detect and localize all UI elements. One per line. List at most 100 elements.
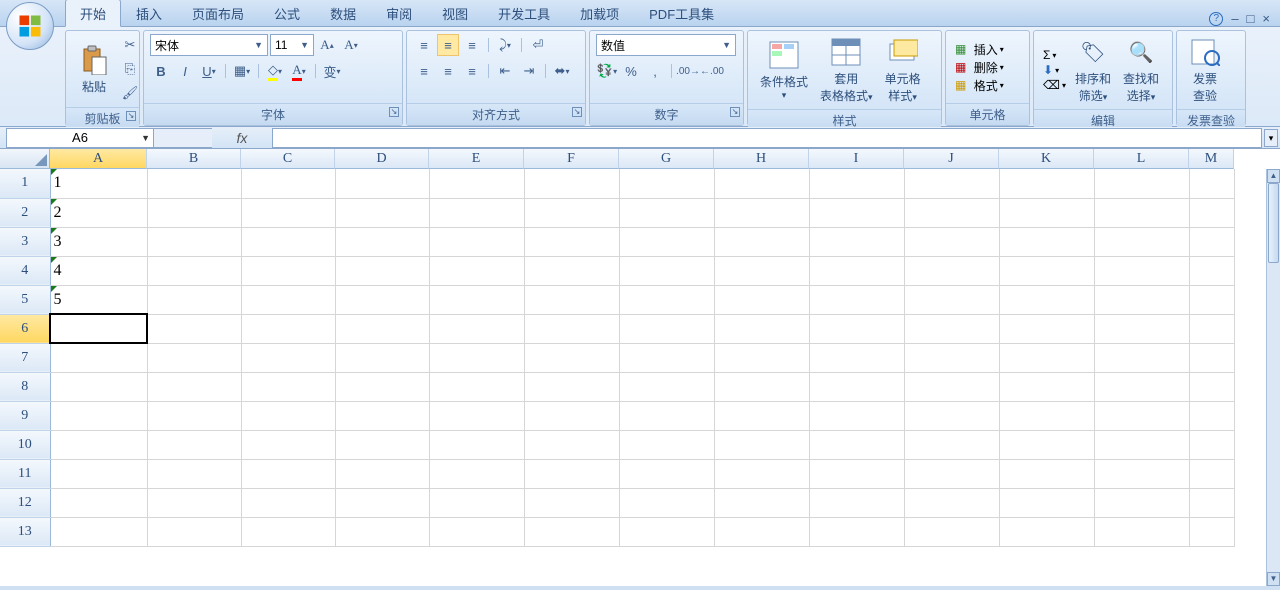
cell-F5[interactable] [524, 285, 619, 314]
align-center-button[interactable]: ≡ [437, 60, 459, 82]
cell-G2[interactable] [619, 198, 714, 227]
tab-insert[interactable]: 插入 [121, 0, 177, 26]
underline-button[interactable]: U▾ [198, 60, 220, 82]
row-header-6[interactable]: 6 [0, 314, 50, 343]
cell-D10[interactable] [335, 430, 429, 459]
cell-B5[interactable] [147, 285, 241, 314]
cell-H1[interactable] [714, 169, 809, 198]
fill-color-button[interactable]: ◇▾ [264, 60, 286, 82]
cell-D9[interactable] [335, 401, 429, 430]
cell-K13[interactable] [999, 517, 1094, 546]
cell-M4[interactable] [1189, 256, 1234, 285]
cell-L2[interactable] [1094, 198, 1189, 227]
cell-A9[interactable] [50, 401, 147, 430]
cell-A4[interactable]: 4 [50, 256, 147, 285]
name-box[interactable]: A6▼ [6, 128, 154, 148]
help-icon[interactable]: ? [1209, 12, 1223, 26]
cell-B8[interactable] [147, 372, 241, 401]
cell-L1[interactable] [1094, 169, 1189, 198]
cell-I6[interactable] [809, 314, 904, 343]
cell-E13[interactable] [429, 517, 524, 546]
cell-E11[interactable] [429, 459, 524, 488]
merge-center-button[interactable]: ⬌▾ [551, 60, 573, 82]
cell-A8[interactable] [50, 372, 147, 401]
cell-M3[interactable] [1189, 227, 1234, 256]
cell-K3[interactable] [999, 227, 1094, 256]
cell-F10[interactable] [524, 430, 619, 459]
cell-J8[interactable] [904, 372, 999, 401]
cell-A1[interactable]: 1 [50, 169, 147, 198]
cell-M5[interactable] [1189, 285, 1234, 314]
font-dialog-launcher[interactable]: ↘ [389, 107, 399, 117]
cell-E4[interactable] [429, 256, 524, 285]
phonetic-button[interactable]: 变▾ [321, 60, 343, 82]
cell-M9[interactable] [1189, 401, 1234, 430]
insert-cells-button[interactable]: ▦ 插入▾ [955, 41, 1004, 58]
cell-I7[interactable] [809, 343, 904, 372]
cell-I2[interactable] [809, 198, 904, 227]
cell-F9[interactable] [524, 401, 619, 430]
cell-G10[interactable] [619, 430, 714, 459]
cell-J10[interactable] [904, 430, 999, 459]
cell-M1[interactable] [1189, 169, 1234, 198]
tab-addins[interactable]: 加载项 [565, 0, 634, 26]
paste-button[interactable]: 粘贴 [72, 42, 116, 97]
decrease-indent-button[interactable]: ⇤ [494, 60, 516, 82]
cell-M8[interactable] [1189, 372, 1234, 401]
cell-G7[interactable] [619, 343, 714, 372]
cell-B4[interactable] [147, 256, 241, 285]
cell-G6[interactable] [619, 314, 714, 343]
decrease-decimal-button[interactable]: ←.00 [701, 60, 723, 82]
cell-E12[interactable] [429, 488, 524, 517]
cell-G1[interactable] [619, 169, 714, 198]
cell-B2[interactable] [147, 198, 241, 227]
cell-D7[interactable] [335, 343, 429, 372]
cell-M7[interactable] [1189, 343, 1234, 372]
cell-C5[interactable] [241, 285, 335, 314]
cell-I9[interactable] [809, 401, 904, 430]
cell-E10[interactable] [429, 430, 524, 459]
cell-M10[interactable] [1189, 430, 1234, 459]
column-header-D[interactable]: D [335, 149, 429, 169]
cell-A10[interactable] [50, 430, 147, 459]
cell-J12[interactable] [904, 488, 999, 517]
cell-G12[interactable] [619, 488, 714, 517]
cell-D6[interactable] [335, 314, 429, 343]
cell-G9[interactable] [619, 401, 714, 430]
sort-filter-button[interactable]: 🏷 排序和 筛选▾ [1069, 34, 1117, 106]
minimize-button[interactable]: – [1231, 11, 1238, 26]
cell-L7[interactable] [1094, 343, 1189, 372]
cell-J1[interactable] [904, 169, 999, 198]
clipboard-dialog-launcher[interactable]: ↘ [126, 111, 136, 121]
cell-A3[interactable]: 3 [50, 227, 147, 256]
cell-M11[interactable] [1189, 459, 1234, 488]
cell-C1[interactable] [241, 169, 335, 198]
cell-G11[interactable] [619, 459, 714, 488]
cell-L12[interactable] [1094, 488, 1189, 517]
column-header-K[interactable]: K [999, 149, 1094, 169]
cell-D1[interactable] [335, 169, 429, 198]
cell-H12[interactable] [714, 488, 809, 517]
cell-J3[interactable] [904, 227, 999, 256]
cell-A6[interactable] [50, 314, 147, 343]
borders-button[interactable]: ▦▾ [231, 60, 253, 82]
cell-L9[interactable] [1094, 401, 1189, 430]
cell-K5[interactable] [999, 285, 1094, 314]
cell-F1[interactable] [524, 169, 619, 198]
cell-K6[interactable] [999, 314, 1094, 343]
cell-E2[interactable] [429, 198, 524, 227]
italic-button[interactable]: I [174, 60, 196, 82]
cell-I1[interactable] [809, 169, 904, 198]
cell-I11[interactable] [809, 459, 904, 488]
cell-F2[interactable] [524, 198, 619, 227]
column-header-E[interactable]: E [429, 149, 524, 169]
cell-B11[interactable] [147, 459, 241, 488]
cell-H4[interactable] [714, 256, 809, 285]
row-header-8[interactable]: 8 [0, 372, 50, 401]
cell-C8[interactable] [241, 372, 335, 401]
cell-K10[interactable] [999, 430, 1094, 459]
cell-B12[interactable] [147, 488, 241, 517]
fx-icon[interactable]: fx [212, 130, 272, 146]
cell-C9[interactable] [241, 401, 335, 430]
cell-H3[interactable] [714, 227, 809, 256]
